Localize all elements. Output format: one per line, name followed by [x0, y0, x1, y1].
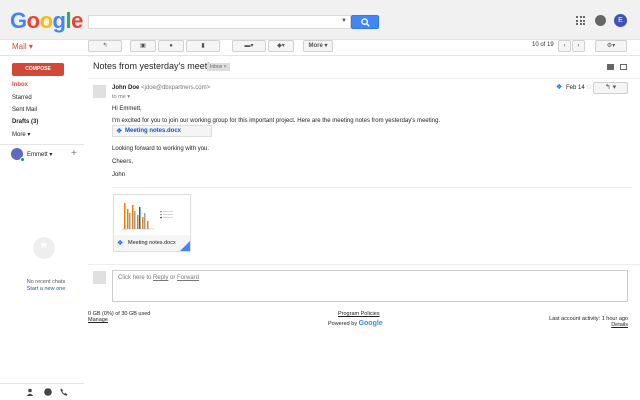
settings-button[interactable]: ⚙▾ [595, 40, 627, 52]
sidebar-item-more[interactable]: More ▾ [12, 131, 30, 138]
inbox-label-chip[interactable]: Inbox × [207, 63, 230, 71]
search-options-icon[interactable]: ▼ [341, 18, 347, 24]
print-icon[interactable] [607, 64, 614, 70]
reply-box[interactable]: Click here to Reply or Forward [112, 270, 628, 302]
archive-icon: ▣ [140, 43, 146, 49]
divider [0, 55, 640, 56]
message-subject: Notes from yesterday's meeting [93, 61, 220, 71]
back-button[interactable]: ↰ [88, 40, 122, 52]
apps-grid-icon[interactable] [576, 16, 585, 25]
report-spam-button[interactable]: ● [158, 40, 184, 52]
search-input[interactable]: ▼ [88, 15, 351, 29]
powered-by: Powered by Google [328, 320, 383, 327]
hangouts-icon: ❞ [33, 237, 55, 259]
reply-prompt: Click here to Reply or Forward [118, 275, 199, 281]
message-paragraph: I'm excited for you to join our working … [112, 118, 441, 124]
manage-storage-link[interactable]: Manage [88, 317, 108, 323]
gear-icon: ⚙▾ [606, 43, 616, 49]
sender-email: <jdoe@dbxpartners.com> [141, 85, 211, 91]
folder-icon: ▬▾ [244, 43, 254, 49]
google-logo[interactable]: Google [10, 9, 83, 33]
phone-icon[interactable] [60, 388, 68, 396]
dropbox-icon[interactable]: ❖ [556, 83, 562, 91]
sender-name: John Doe [112, 85, 140, 91]
more-button[interactable]: More ▾ [303, 40, 333, 52]
sidebar-item-sent[interactable]: Sent Mail [12, 107, 37, 113]
back-arrow-icon: ↰ [102, 43, 108, 49]
reply-button[interactable]: ↰ ▾ [593, 82, 628, 94]
chevron-left-icon: ‹ [563, 43, 566, 49]
message-date: Feb 14 [566, 85, 585, 91]
reply-link[interactable]: Reply [153, 275, 168, 281]
chat-user-menu[interactable]: Emmett ▾ [27, 151, 52, 158]
message-greeting: Hi Emmett, [112, 106, 142, 112]
attachment-card[interactable]: ❖ Meeting notes.docx [113, 194, 191, 252]
older-button[interactable]: › [572, 40, 585, 52]
powered-brand: Google [358, 320, 383, 327]
divider [0, 383, 84, 384]
program-policies-link[interactable]: Program Policies [338, 311, 380, 317]
start-new-chat-link[interactable]: Start a new one [0, 286, 92, 292]
newer-button[interactable]: ‹ [558, 40, 571, 52]
no-chats-text: No recent chats [26, 279, 66, 285]
inline-attachment-link[interactable]: ❖ Meeting notes.docx [112, 125, 212, 137]
sidebar-item-starred[interactable]: Starred [12, 95, 32, 101]
mail-menu[interactable]: Mail ▾ [12, 42, 33, 51]
divider [0, 144, 84, 145]
powered-by-text: Powered by [328, 321, 358, 327]
reply-more-icon: ▾ [612, 84, 617, 91]
user-avatar [93, 271, 106, 284]
attachment-name: Meeting notes.docx [125, 128, 182, 134]
divider [88, 264, 640, 265]
forward-link[interactable]: Forward [177, 275, 199, 281]
divider [112, 187, 632, 188]
account-avatar[interactable]: E [614, 14, 627, 27]
attachment-thumbnail [114, 195, 190, 235]
reply-prefix: Click here to [118, 275, 154, 281]
online-status-icon [20, 157, 25, 162]
labels-button[interactable]: ◆▾ [268, 40, 294, 52]
sidebar-item-drafts[interactable]: Drafts (3) [12, 119, 38, 125]
sender-info[interactable]: John Doe <jdoe@dbxpartners.com> [112, 85, 210, 91]
dropbox-icon: ❖ [117, 240, 124, 247]
docs-corner-icon [180, 241, 190, 251]
attachment-name: Meeting notes.docx [128, 240, 176, 246]
recipient-details[interactable]: to me ▾ [112, 94, 130, 100]
star-icon[interactable]: ☆ [586, 83, 592, 91]
dropbox-icon: ❖ [116, 128, 123, 135]
archive-button[interactable]: ▣ [130, 40, 156, 52]
delete-button[interactable]: ▮ [186, 40, 220, 52]
label-icon: ◆▾ [277, 43, 285, 49]
sidebar-item-inbox[interactable]: Inbox [12, 82, 28, 88]
hangouts-quote-icon[interactable] [44, 388, 52, 396]
sender-avatar [93, 85, 106, 98]
compose-button[interactable]: COMPOSE [12, 63, 64, 76]
reply-or: or [168, 275, 178, 281]
details-link[interactable]: Details [611, 322, 628, 328]
message-closing: Cheers, [112, 159, 134, 165]
search-icon [361, 18, 370, 27]
search-button[interactable] [351, 15, 379, 29]
divider [88, 78, 640, 79]
contacts-icon[interactable] [26, 388, 34, 396]
top-bar: Google ▼ E [0, 0, 640, 40]
message-signature: John [112, 172, 126, 178]
new-window-icon[interactable] [620, 64, 627, 70]
trash-icon: ▮ [201, 43, 205, 49]
add-chat-icon[interactable]: + [71, 148, 77, 159]
pagination-count: 10 of 19 [532, 42, 554, 48]
move-to-button[interactable]: ▬▾ [232, 40, 266, 52]
reply-arrow-icon: ↰ [604, 84, 611, 91]
notifications-icon[interactable] [595, 15, 606, 26]
chevron-right-icon: › [577, 43, 580, 49]
spam-icon: ● [169, 43, 173, 49]
message-paragraph: Looking forward to working with you. [112, 146, 210, 152]
